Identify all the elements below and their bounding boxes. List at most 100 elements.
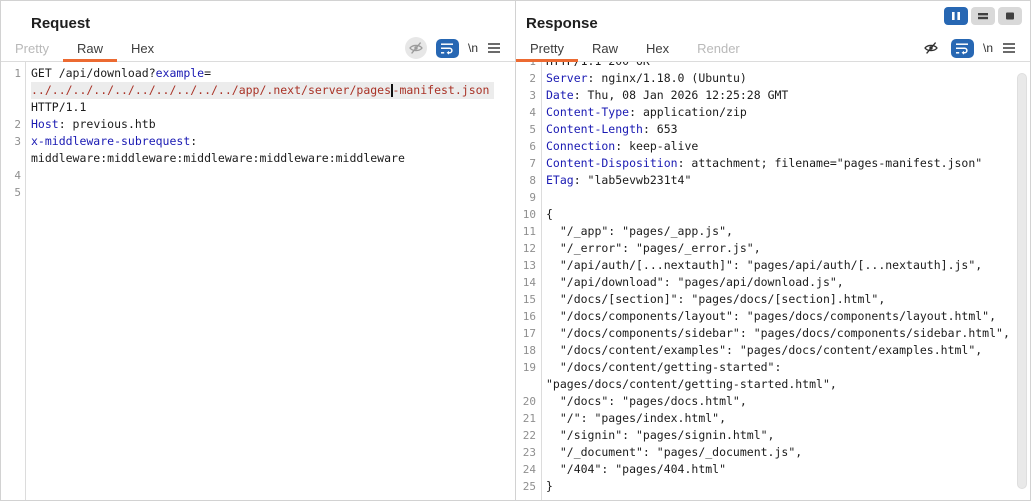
syntax-name-token: example <box>156 66 204 80</box>
line-number: 6 <box>516 138 536 155</box>
line-number: 3 <box>516 87 536 104</box>
code-line: 3 Date: Thu, 08 Jan 2026 12:25:28 GMT <box>516 87 1030 104</box>
code-line: 17 "/docs/components/sidebar": "pages/do… <box>516 325 1030 342</box>
line-number: 20 <box>516 393 536 410</box>
request-panel: Request Pretty Raw Hex <box>1 1 516 500</box>
response-tabs: Pretty Raw HexRender <box>516 35 754 61</box>
line-number: 14 <box>516 274 536 291</box>
code-line: 5 Content-Length: 653 <box>516 121 1030 138</box>
code-text: HTTP/1.1 200 OK <box>546 62 650 70</box>
tab-label: Pretty <box>15 41 49 56</box>
tab-raw[interactable]: Raw <box>63 35 117 61</box>
code-text: "/api/download": "pages/api/download.js"… <box>546 274 844 291</box>
syntax-plain-token: "/": "pages/index.html", <box>546 411 726 425</box>
request-code: 1GET /api/download?example=../../../../.… <box>1 65 515 201</box>
syntax-name-token: Content-Disposition <box>546 156 678 170</box>
code-text: "/api/auth/[...nextauth]": "pages/api/au… <box>546 257 982 274</box>
editor-menu-icon[interactable] <box>487 42 501 54</box>
vertical-scrollbar-thumb[interactable] <box>1017 73 1027 489</box>
line-number: 2 <box>1 116 21 133</box>
hide-nonprinting-eye-icon[interactable] <box>405 37 427 59</box>
line-number: 1 <box>1 65 21 82</box>
syntax-plain-token: GET /api/download? <box>31 66 156 80</box>
code-line: "pages/docs/content/getting-started.html… <box>516 376 1030 393</box>
tab-raw[interactable]: Raw <box>578 35 632 61</box>
line-number: 8 <box>516 172 536 189</box>
request-header: Request Pretty Raw Hex <box>1 1 515 62</box>
tab-label: Raw <box>592 41 618 56</box>
syntax-plain-token: middleware:middleware:middleware:middlew… <box>31 151 405 165</box>
layout-switcher <box>944 7 1022 25</box>
layout-side-by-side-button[interactable] <box>944 7 968 25</box>
code-line: 5 <box>1 184 515 201</box>
word-wrap-icon[interactable] <box>951 39 974 58</box>
code-text: Date: Thu, 08 Jan 2026 12:25:28 GMT <box>546 87 788 104</box>
code-text: Content-Length: 653 <box>546 121 678 138</box>
code-line: 15 "/docs/[section]": "pages/docs/[secti… <box>516 291 1030 308</box>
request-title: Request <box>31 15 515 32</box>
code-text: "/_document": "pages/_document.js", <box>546 444 802 461</box>
code-line: 12 "/_error": "pages/_error.js", <box>516 240 1030 257</box>
code-text: "/docs/[section]": "pages/docs/[section]… <box>546 291 885 308</box>
tab-pretty[interactable]: Pretty <box>516 35 578 61</box>
code-text: "/_app": "pages/_app.js", <box>546 223 733 240</box>
tab-hex[interactable]: Hex <box>117 35 168 61</box>
code-text: Connection: keep-alive <box>546 138 698 155</box>
tab-label: Hex <box>131 41 154 56</box>
code-text: Content-Type: application/zip <box>546 104 747 121</box>
code-line: 7Content-Disposition: attachment; filena… <box>516 155 1030 172</box>
newline-toggle[interactable]: \n <box>468 41 478 55</box>
spacer <box>168 35 405 61</box>
syntax-plain-token: : nginx/1.18.0 (Ubuntu) <box>588 71 747 85</box>
line-number: 11 <box>516 223 536 240</box>
editor-menu-icon[interactable] <box>1002 42 1016 54</box>
syntax-name-token: x-middleware-subrequest <box>31 134 190 148</box>
filled-square-icon <box>1004 11 1016 21</box>
syntax-plain-token: "/404": "pages/404.html" <box>546 462 726 476</box>
line-number: 15 <box>516 291 536 308</box>
code-line: 23 "/_document": "pages/_document.js", <box>516 444 1030 461</box>
line-number <box>1 99 21 116</box>
response-toolbar: \n <box>920 35 1030 61</box>
response-code: 1HTTP/1.1 200 OK2Server: nginx/1.18.0 (U… <box>516 62 1030 495</box>
code-text: "/docs/content/examples": "pages/docs/co… <box>546 342 982 359</box>
code-line: 14 "/api/download": "pages/api/download.… <box>516 274 1030 291</box>
syntax-name-token: ETag <box>546 173 574 187</box>
line-number: 25 <box>516 478 536 495</box>
word-wrap-icon[interactable] <box>436 39 459 58</box>
tab-pretty[interactable]: Pretty <box>1 35 63 61</box>
response-editor[interactable]: 1HTTP/1.1 200 OK2Server: nginx/1.18.0 (U… <box>516 62 1030 500</box>
code-text: "pages/docs/content/getting-started.html… <box>546 376 837 393</box>
code-text: x-middleware-subrequest: <box>31 133 197 150</box>
code-line: ../../../../../../../../../../app/.next/… <box>1 82 515 99</box>
tab-render[interactable]: Render <box>683 35 754 61</box>
code-line: 19 "/docs/content/getting-started": <box>516 359 1030 376</box>
code-text: HTTP/1.1 <box>31 99 86 116</box>
code-text: "/docs/components/layout": "pages/docs/c… <box>546 308 996 325</box>
code-text: "/docs/components/sidebar": "pages/docs/… <box>546 325 1010 342</box>
line-number: 3 <box>1 133 21 150</box>
syntax-plain-token: HTTP/1.1 200 OK <box>546 62 650 68</box>
layout-stacked-button[interactable] <box>971 7 995 25</box>
syntax-plain-token: : Thu, 08 Jan 2026 12:25:28 GMT <box>574 88 789 102</box>
hide-nonprinting-eye-icon[interactable] <box>920 37 942 59</box>
newline-toggle[interactable]: \n <box>983 41 993 55</box>
line-number: 17 <box>516 325 536 342</box>
code-text: "/docs/content/getting-started": <box>546 359 781 376</box>
line-number <box>516 376 536 393</box>
code-text: { <box>546 206 553 223</box>
horizontal-bars-icon <box>977 11 989 21</box>
syntax-plain-token: "/docs": "pages/docs.html", <box>546 394 747 408</box>
line-number: 21 <box>516 410 536 427</box>
tab-hex[interactable]: Hex <box>632 35 683 61</box>
code-line: 4 <box>1 167 515 184</box>
tab-label: Pretty <box>530 41 564 56</box>
request-editor[interactable]: 1GET /api/download?example=../../../../.… <box>1 62 515 500</box>
syntax-plain-token: : application/zip <box>629 105 747 119</box>
code-text: } <box>546 478 553 495</box>
line-number: 13 <box>516 257 536 274</box>
layout-single-button[interactable] <box>998 7 1022 25</box>
line-number: 5 <box>516 121 536 138</box>
syntax-name-token: Server <box>546 71 588 85</box>
line-number: 4 <box>516 104 536 121</box>
